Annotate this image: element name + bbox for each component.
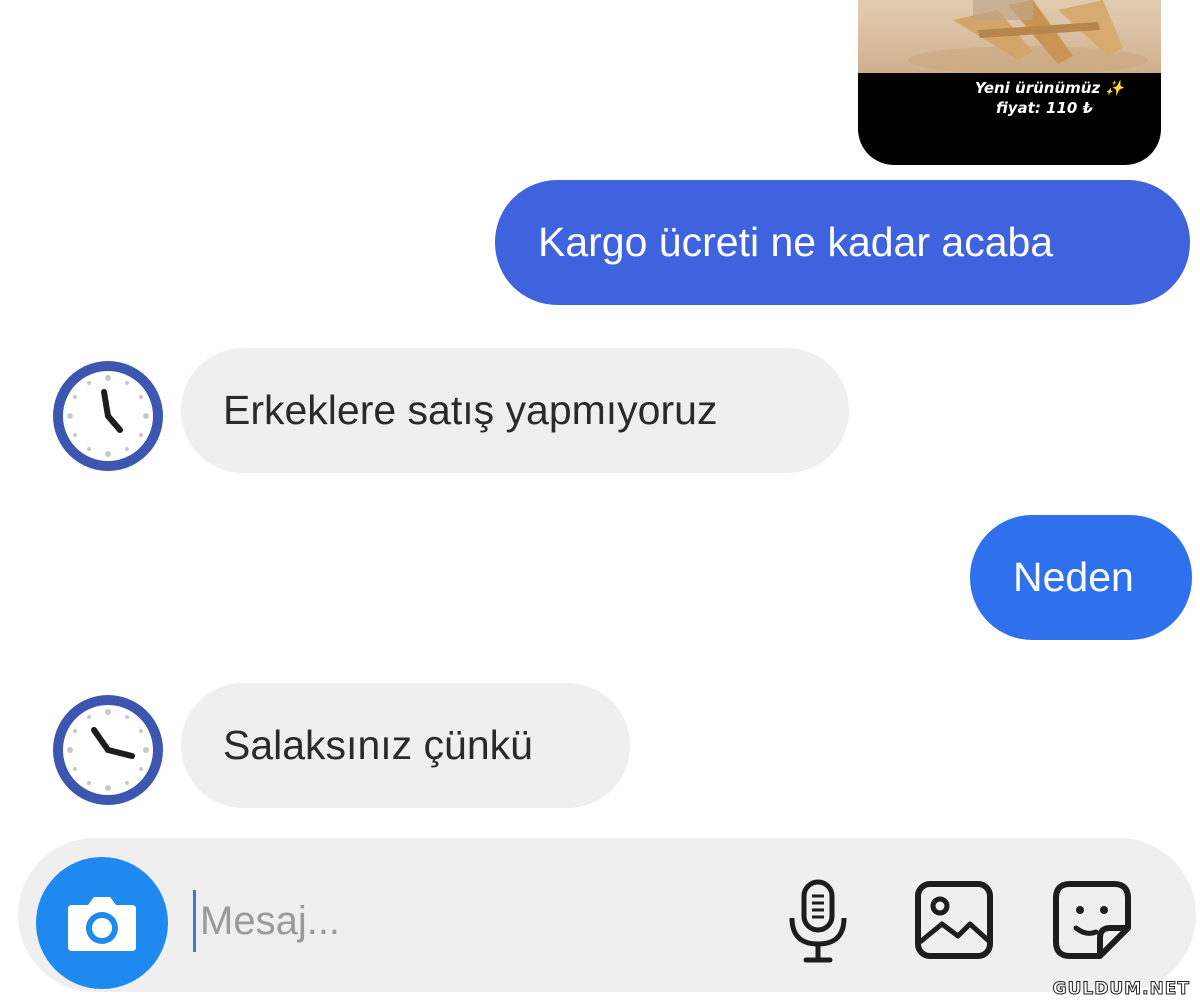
shared-product-post[interactable]: Yeni ürünümüz ✨ fiyat: 110 ₺ [858, 0, 1161, 165]
camera-button[interactable] [36, 857, 168, 989]
caption-line-1: Yeni ürünümüz ✨ [974, 79, 1125, 97]
microphone-button[interactable] [770, 872, 866, 968]
product-caption: Yeni ürünümüz ✨ fiyat: 110 ₺ [858, 78, 1161, 118]
image-gallery-icon [915, 881, 993, 959]
message-text: Erkeklere satış yapmıyoruz [223, 387, 718, 433]
clock-icon [48, 688, 168, 808]
gallery-button[interactable] [906, 872, 1002, 968]
caption-line-2: fiyat: 110 ₺ [995, 99, 1094, 117]
chat-thread: Yeni ürünümüz ✨ fiyat: 110 ₺ Kargo ücret… [0, 0, 1200, 1001]
outgoing-message-bubble[interactable]: Kargo ücreti ne kadar acaba [495, 180, 1190, 305]
product-photo [858, 0, 1161, 73]
message-text: Neden [1013, 554, 1134, 600]
message-input[interactable] [200, 884, 760, 958]
camera-icon [68, 897, 136, 951]
microphone-icon [789, 879, 847, 963]
clock-icon [48, 354, 168, 474]
sticker-icon [1053, 881, 1131, 959]
text-caret [193, 890, 196, 952]
message-text: Kargo ücreti ne kadar acaba [538, 219, 1054, 265]
outgoing-message-bubble[interactable]: Neden [970, 515, 1192, 640]
message-text: Salaksınız çünkü [223, 722, 533, 768]
sticker-button[interactable] [1044, 872, 1140, 968]
watermark: GULDUM.NET [1052, 979, 1190, 1000]
incoming-message-bubble[interactable]: Salaksınız çünkü [181, 683, 630, 808]
incoming-message-bubble[interactable]: Erkeklere satış yapmıyoruz [181, 348, 849, 473]
